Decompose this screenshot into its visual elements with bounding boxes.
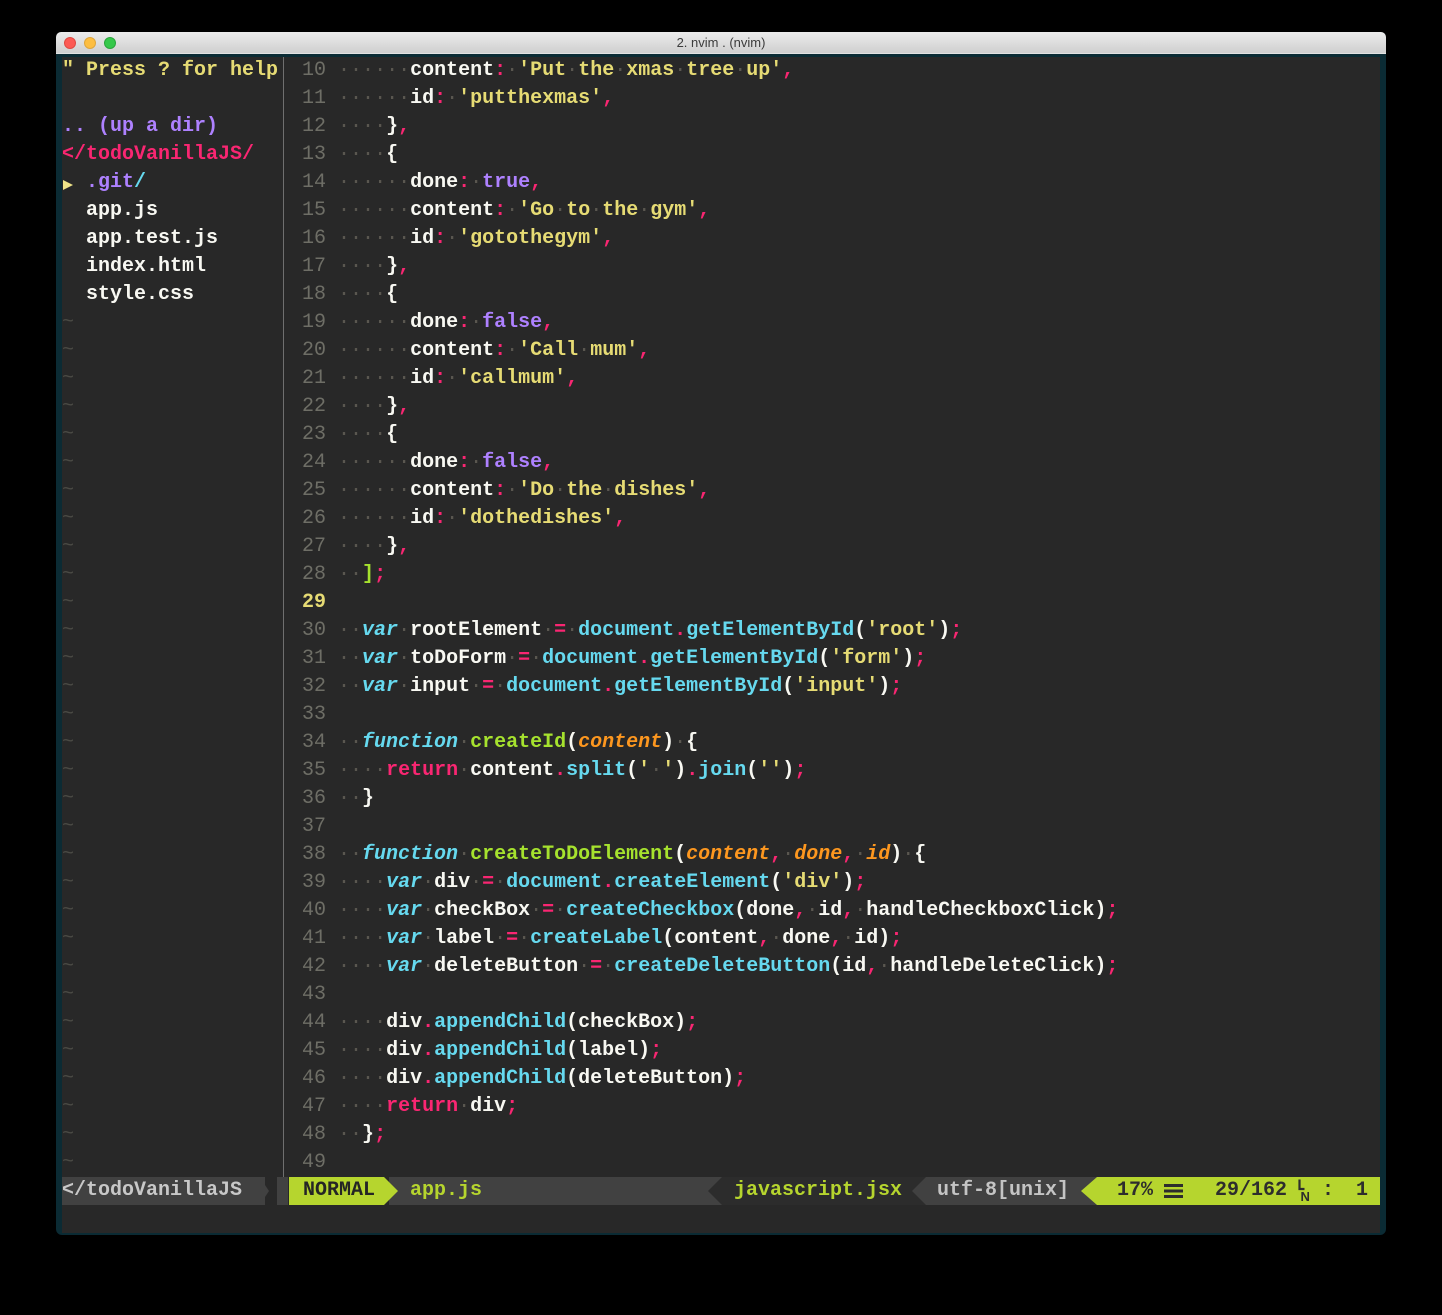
svg-text:N: N [1301,1189,1310,1204]
